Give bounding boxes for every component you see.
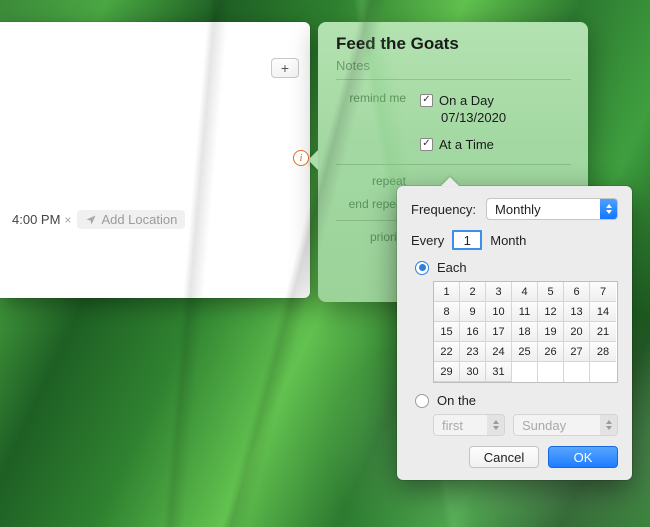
reminder-date[interactable]: 07/13/2020	[441, 110, 571, 125]
remind-me-label: remind me	[336, 90, 406, 152]
end-repeat-label: end repeat	[336, 197, 406, 211]
day-cell[interactable]: 21	[590, 322, 616, 342]
day-cell[interactable]: 3	[486, 282, 512, 302]
priority-label: priority	[336, 230, 406, 244]
day-cell-empty	[538, 362, 564, 382]
checkmark-icon: ✓	[420, 94, 433, 107]
on-a-day-label: On a Day	[439, 93, 494, 108]
add-location-label: Add Location	[101, 212, 177, 227]
day-grid[interactable]: 1234567891011121314151617181920212223242…	[433, 281, 618, 383]
day-cell[interactable]: 27	[564, 342, 590, 362]
day-cell-empty	[590, 362, 616, 382]
event-row: 4:00 PM × Add Location	[0, 210, 310, 229]
each-label: Each	[437, 260, 467, 275]
day-cell-empty	[564, 362, 590, 382]
event-title[interactable]: Feed the Goats	[336, 34, 571, 54]
radio-unchecked-icon	[415, 394, 429, 408]
weekday-value: Sunday	[522, 418, 566, 433]
popover-pointer	[308, 150, 318, 170]
frequency-value: Monthly	[495, 202, 541, 217]
info-icon[interactable]: i	[293, 150, 309, 166]
day-cell[interactable]: 14	[590, 302, 616, 322]
add-button[interactable]: +	[271, 58, 299, 78]
day-cell-empty	[512, 362, 538, 382]
location-arrow-icon	[85, 214, 97, 226]
time-pill[interactable]: 4:00 PM ×	[12, 212, 71, 227]
day-cell[interactable]: 31	[486, 362, 512, 382]
main-window: + 4:00 PM × Add Location	[0, 22, 310, 298]
every-unit: Month	[490, 233, 526, 248]
day-cell[interactable]: 11	[512, 302, 538, 322]
ordinal-value: first	[442, 418, 463, 433]
day-cell[interactable]: 8	[434, 302, 460, 322]
repeat-label: repeat	[336, 174, 406, 188]
day-cell[interactable]: 17	[486, 322, 512, 342]
on-the-label: On the	[437, 393, 476, 408]
every-input[interactable]: 1	[452, 230, 482, 250]
day-cell[interactable]: 22	[434, 342, 460, 362]
each-radio[interactable]: Each	[415, 260, 618, 275]
frequency-label: Frequency:	[411, 202, 476, 217]
ordinal-select[interactable]: first	[433, 414, 505, 436]
radio-checked-icon	[415, 261, 429, 275]
day-cell[interactable]: 12	[538, 302, 564, 322]
day-cell[interactable]: 13	[564, 302, 590, 322]
day-cell[interactable]: 30	[460, 362, 486, 382]
stepper-icon	[600, 199, 617, 219]
day-cell[interactable]: 6	[564, 282, 590, 302]
day-cell[interactable]: 19	[538, 322, 564, 342]
day-cell[interactable]: 25	[512, 342, 538, 362]
checkmark-icon: ✓	[420, 138, 433, 151]
day-cell[interactable]: 5	[538, 282, 564, 302]
day-cell[interactable]: 15	[434, 322, 460, 342]
day-cell[interactable]: 2	[460, 282, 486, 302]
day-cell[interactable]: 28	[590, 342, 616, 362]
day-cell[interactable]: 18	[512, 322, 538, 342]
cancel-button[interactable]: Cancel	[469, 446, 539, 468]
stepper-icon	[487, 415, 504, 435]
time-value: 4:00 PM	[12, 212, 60, 227]
day-cell[interactable]: 1	[434, 282, 460, 302]
day-cell[interactable]: 23	[460, 342, 486, 362]
day-cell[interactable]: 29	[434, 362, 460, 382]
on-a-day-checkbox[interactable]: ✓ On a Day	[420, 93, 494, 108]
frequency-select[interactable]: Monthly	[486, 198, 618, 220]
day-cell[interactable]: 26	[538, 342, 564, 362]
every-label: Every	[411, 233, 444, 248]
on-the-radio[interactable]: On the	[415, 393, 618, 408]
day-cell[interactable]: 16	[460, 322, 486, 342]
weekday-select[interactable]: Sunday	[513, 414, 618, 436]
ok-button[interactable]: OK	[548, 446, 618, 468]
day-cell[interactable]: 10	[486, 302, 512, 322]
day-cell[interactable]: 9	[460, 302, 486, 322]
plus-icon: +	[281, 61, 289, 75]
day-cell[interactable]: 7	[590, 282, 616, 302]
at-a-time-label: At a Time	[439, 137, 494, 152]
day-cell[interactable]: 4	[512, 282, 538, 302]
day-cell[interactable]: 24	[486, 342, 512, 362]
at-a-time-checkbox[interactable]: ✓ At a Time	[420, 137, 494, 152]
repeat-popover: Frequency: Monthly Every 1 Month Each 12…	[397, 186, 632, 480]
notes-field[interactable]: Notes	[336, 58, 571, 80]
add-location-button[interactable]: Add Location	[77, 210, 185, 229]
close-icon[interactable]: ×	[64, 213, 71, 227]
day-cell[interactable]: 20	[564, 322, 590, 342]
stepper-icon	[600, 415, 617, 435]
